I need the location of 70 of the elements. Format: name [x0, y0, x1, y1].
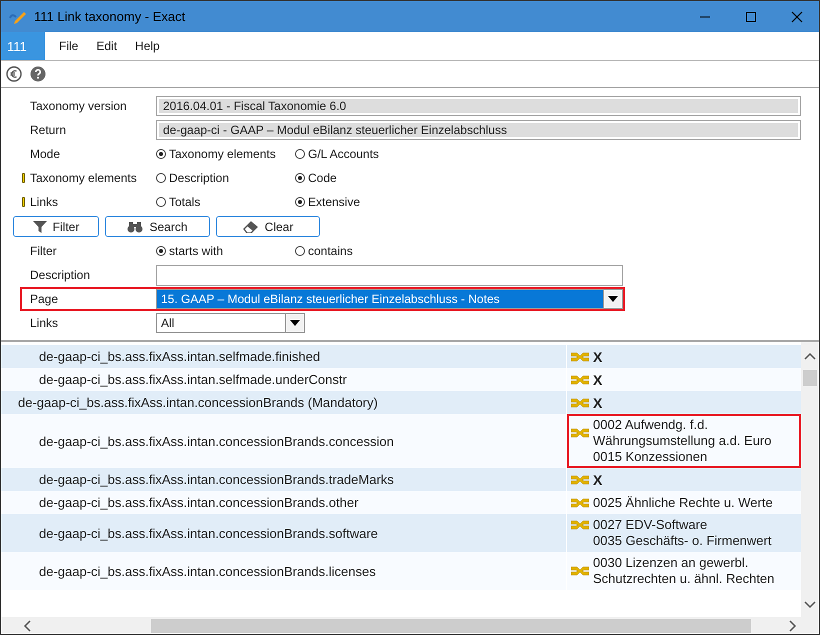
readonly-field: de-gaap-ci - GAAP – Modul eBilanz steuerlicher Einzelabschluss [156, 120, 801, 140]
caret-icon [290, 320, 300, 326]
field-label: Description [30, 268, 90, 282]
field-label: Links [30, 316, 58, 330]
scroll-up-icon[interactable] [804, 352, 816, 360]
menu-item[interactable]: File [55, 32, 82, 60]
link-icon [571, 374, 589, 386]
radio-option[interactable]: Taxonomy elements [156, 147, 295, 161]
help-icon[interactable] [30, 66, 46, 82]
taxonomy-element: de-gaap-ci_bs.ass.fixAss.intan.concessionBrands.tradeMarks [39, 472, 394, 487]
menu-item[interactable]: Edit [92, 32, 122, 60]
linked-account: 0002 Aufwendg. f.d. Währungsumstellung a.d. Euro [593, 417, 772, 449]
field-label: Filter [30, 244, 57, 258]
field-label: Return [30, 123, 66, 137]
link-icon [571, 350, 589, 362]
close-icon[interactable] [791, 10, 803, 22]
description-field[interactable] [156, 264, 623, 286]
linked-account: X [593, 372, 602, 388]
link-icon [571, 565, 589, 577]
dropdown-field[interactable]: All [156, 313, 305, 333]
linked-account: 0030 Lizenzen an gewerbl. Schutzrechten u. ähnl. Rechten [593, 555, 776, 587]
taxonomy-element: de-gaap-ci_bs.ass.fixAss.intan.concessionBrands.software [39, 526, 378, 540]
eraser-icon [242, 220, 259, 232]
readonly-field: 2016.04.01 - Fiscal Taxonomie 6.0 [156, 96, 801, 116]
link-icon [571, 474, 589, 486]
radio-option[interactable]: Code [295, 171, 387, 185]
scroll-thumb[interactable] [803, 370, 817, 386]
radio-option[interactable]: contains [295, 244, 387, 258]
taxonomy-element: de-gaap-ci_bs.ass.fixAss.intan.concessionBrands.concession [39, 434, 394, 448]
toolbar-button[interactable]: Clear [216, 216, 320, 237]
radio-option[interactable]: Totals [156, 195, 295, 209]
radio-option[interactable]: G/L Accounts [295, 147, 387, 161]
field-label: Page [30, 292, 58, 306]
dropdown-field[interactable]: 15. GAAP – Modul eBilanz steuerlicher Einzelabschluss - Notes [156, 289, 623, 309]
scroll-down-icon[interactable] [804, 601, 816, 609]
field-label: Mode [30, 147, 60, 161]
binoculars-icon [127, 220, 144, 232]
radio-option[interactable]: Extensive [295, 195, 387, 209]
field-label: Taxonomy version [30, 99, 127, 113]
link-icon [571, 427, 589, 439]
linked-account: 0025 Ähnliche Rechte u. Werte [593, 494, 773, 510]
toolbar-button[interactable]: Search [105, 216, 210, 237]
scroll-thumb[interactable] [151, 618, 751, 632]
radio-option[interactable]: starts with [156, 244, 295, 258]
linked-account: X [593, 394, 602, 410]
taxonomy-element: de-gaap-ci_bs.ass.fixAss.intan.concessionBrands.licenses [39, 564, 376, 578]
field-label: Links [30, 195, 58, 209]
linked-account: 0027 EDV-Software [593, 517, 708, 533]
taxonomy-element: de-gaap-ci_bs.ass.fixAss.intan.concessionBrands (Mandatory) [18, 395, 378, 410]
euro-icon[interactable] [6, 66, 22, 82]
link-icon [571, 396, 589, 408]
scroll-right-icon[interactable] [789, 620, 797, 632]
link-icon [571, 519, 589, 531]
linked-account: 0015 Konzessionen [593, 449, 708, 465]
window-title: 111 Link taxonomy - Exact [34, 9, 186, 24]
toolbar-button[interactable]: Filter [13, 216, 99, 237]
taxonomy-element: de-gaap-ci_bs.ass.fixAss.intan.selfmade.finished [39, 349, 320, 364]
linked-account: X [593, 348, 602, 364]
taxonomy-element: de-gaap-ci_bs.ass.fixAss.intan.selfmade.underConstr [39, 372, 347, 387]
funnel-icon [32, 220, 47, 234]
link-icon [571, 496, 589, 508]
maximize-icon[interactable] [745, 10, 757, 22]
scroll-left-icon[interactable] [23, 620, 31, 632]
linked-account: 0035 Geschäfts- o. Firmenwert [593, 533, 772, 549]
field-label: Taxonomy elements [30, 171, 137, 185]
menu-item[interactable]: Help [131, 32, 164, 60]
radio-option[interactable]: Description [156, 171, 295, 185]
taxonomy-element: de-gaap-ci_bs.ass.fixAss.intan.concessionBrands.other [39, 495, 358, 510]
caret-icon [608, 296, 618, 302]
linked-account: X [593, 472, 602, 488]
